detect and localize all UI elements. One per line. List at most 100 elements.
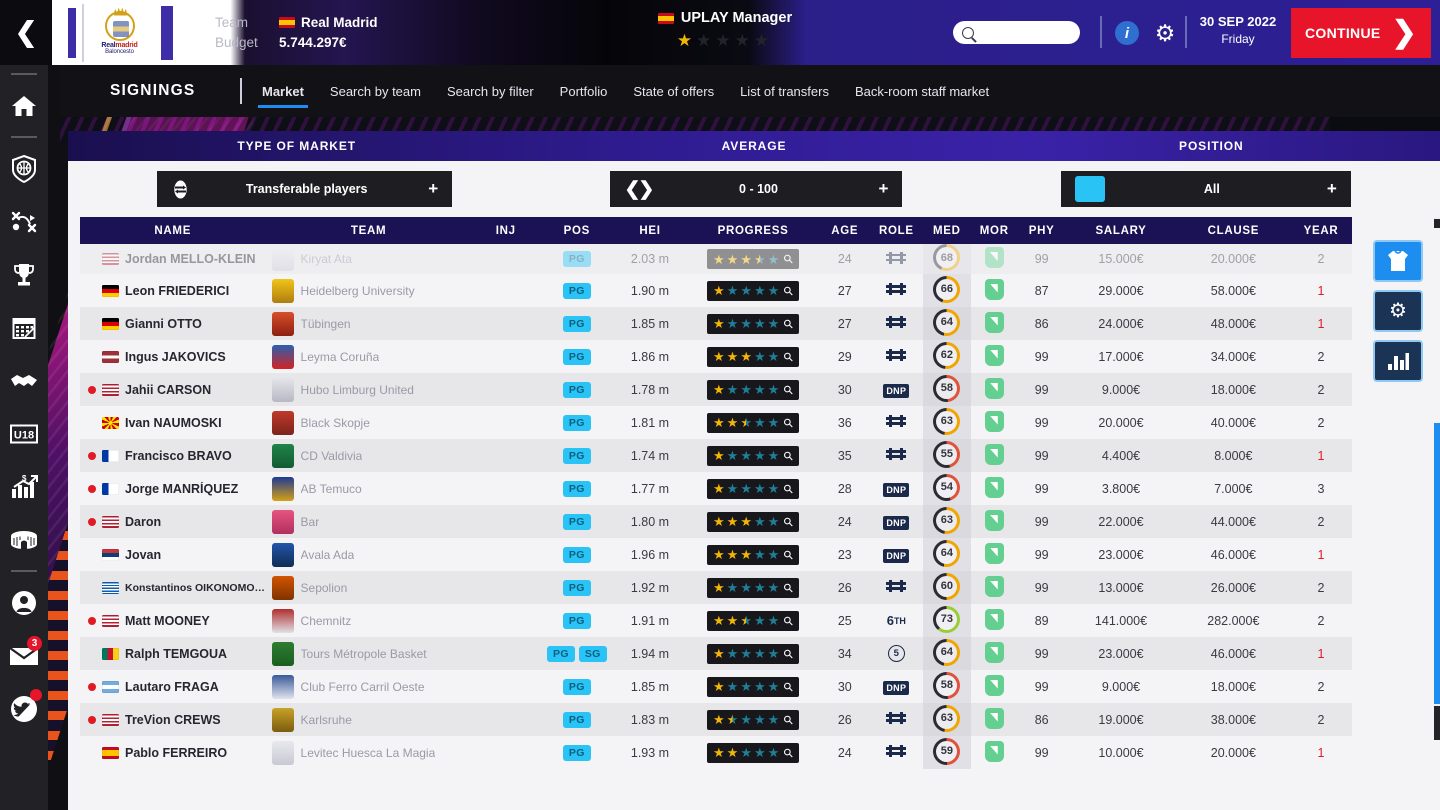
col-hei[interactable]: HEI xyxy=(613,217,687,244)
cell-progress[interactable]: ★ ★ ★ ★ ★ ⚲ xyxy=(686,637,820,670)
progress-stars[interactable]: ★ ★ ★ ★ ★ ⚲ xyxy=(707,346,800,367)
progress-stars[interactable]: ★ ★ ★ ★ ★ ⚲ xyxy=(707,676,800,697)
magnifier-icon[interactable]: ⚲ xyxy=(781,480,797,496)
cell-progress[interactable]: ★ ★ ★ ★ ★ ⚲ xyxy=(686,670,820,703)
magnifier-icon[interactable]: ⚲ xyxy=(781,579,797,595)
cell-progress[interactable]: ★ ★ ★ ★ ★ ⚲ xyxy=(686,703,820,736)
cell-team[interactable]: Levitec Huesca La Magia xyxy=(266,736,472,769)
tab-state-of-offers[interactable]: State of offers xyxy=(633,65,714,117)
table-row[interactable]: Ingus JAKOVICS Leyma Coruña PG 1.86 m ★ ★ ★ ★ ★ ⚲… xyxy=(80,340,1352,373)
cell-name[interactable]: Ivan NAUMOSKI xyxy=(80,406,266,439)
cell-team[interactable]: Tübingen xyxy=(266,307,472,340)
magnifier-icon[interactable]: ⚲ xyxy=(781,546,797,562)
cell-team[interactable]: Karlsruhe xyxy=(266,703,472,736)
progress-stars[interactable]: ★ ★ ★ ★ ★ ⚲ xyxy=(707,379,800,400)
cell-name[interactable]: Ralph TEMGOUA xyxy=(80,637,266,670)
table-scrollbar-thumb[interactable] xyxy=(1434,409,1440,704)
table-row[interactable]: Leon FRIEDERICI Heidelberg University PG 1.… xyxy=(80,274,1352,307)
table-row[interactable]: Daron Bar PG 1.80 m ★ ★ ★ ★ ★ ⚲ 24 DNP 63 99 22.000€ 44… xyxy=(80,505,1352,538)
cell-team[interactable]: Leyma Coruña xyxy=(266,340,472,373)
sidebar-item-profile[interactable] xyxy=(0,576,48,629)
cell-progress[interactable]: ★ ★ ★ ★ ★ ⚲ xyxy=(686,571,820,604)
tab-list-of-transfers[interactable]: List of transfers xyxy=(740,65,829,117)
cell-team[interactable]: Black Skopje xyxy=(266,406,472,439)
cell-team[interactable]: AB Temuco xyxy=(266,472,472,505)
tab-back-room-staff-market[interactable]: Back-room staff market xyxy=(855,65,989,117)
sidebar-item-calendar[interactable] xyxy=(0,301,48,354)
tab-search-by-team[interactable]: Search by team xyxy=(330,65,421,117)
cell-progress[interactable]: ★ ★ ★ ★ ★ ⚲ xyxy=(686,307,820,340)
cell-team[interactable]: Chemnitz xyxy=(266,604,472,637)
progress-stars[interactable]: ★ ★ ★ ★ ★ ⚲ xyxy=(707,412,800,433)
magnifier-icon[interactable]: ⚲ xyxy=(781,612,797,628)
table-row[interactable]: Konstantinos OIKONOMOPOULOS Sepolion PG 1.9… xyxy=(80,571,1352,604)
progress-stars[interactable]: ★ ★ ★ ★ ★ ⚲ xyxy=(707,544,800,565)
squad-jersey-button[interactable] xyxy=(1373,240,1423,282)
table-row[interactable]: Ralph TEMGOUA Tours Métropole Basket PG SG 1… xyxy=(80,637,1352,670)
cell-progress[interactable]: ★ ★ ★ ★ ★ ⚲ xyxy=(686,472,820,505)
cell-team[interactable]: Club Ferro Carril Oeste xyxy=(266,670,472,703)
progress-stars[interactable]: ★ ★ ★ ★ ★ ⚲ xyxy=(707,709,800,730)
statistics-button[interactable] xyxy=(1373,340,1423,382)
col-pos[interactable]: POS xyxy=(539,217,614,244)
magnifier-icon[interactable]: ⚲ xyxy=(781,348,797,364)
position-filter[interactable]: All + xyxy=(1060,171,1351,207)
col-year[interactable]: YEAR xyxy=(1290,217,1352,244)
cell-name[interactable]: Ingus JAKOVICS xyxy=(80,340,266,373)
col-age[interactable]: AGE xyxy=(820,217,870,244)
table-row[interactable]: Francisco BRAVO CD Valdivia PG 1.74 m ★ ★ ★ ★ ★ ⚲… xyxy=(80,439,1352,472)
progress-stars[interactable]: ★ ★ ★ ★ ★ ⚲ xyxy=(707,445,800,466)
magnifier-icon[interactable]: ⚲ xyxy=(781,513,797,529)
cell-team[interactable]: CD Valdivia xyxy=(266,439,472,472)
magnifier-icon[interactable]: ⚲ xyxy=(781,645,797,661)
market-type-filter[interactable]: Transferable players + xyxy=(157,171,453,207)
continue-button[interactable]: CONTINUE ❯ xyxy=(1291,8,1431,58)
table-row[interactable]: TreVion CREWS Karlsruhe PG 1.83 m ★ ★ ★ ★ ★ ⚲ 26 63… xyxy=(80,703,1352,736)
cell-name[interactable]: Pablo FERREIRO xyxy=(80,736,266,769)
cell-progress[interactable]: ★ ★ ★ ★ ★ ⚲ xyxy=(686,538,820,571)
sidebar-item-home[interactable] xyxy=(0,79,48,132)
cell-name[interactable]: Matt MOONEY xyxy=(80,604,266,637)
cell-name[interactable]: Jovan xyxy=(80,538,266,571)
sidebar-item-competitions[interactable] xyxy=(0,248,48,301)
cell-team[interactable]: Hubo Limburg United xyxy=(266,373,472,406)
position-expand-icon[interactable]: + xyxy=(1327,179,1337,199)
cell-progress[interactable]: ★ ★ ★ ★ ★ ⚲ xyxy=(686,439,820,472)
tab-search-by-filter[interactable]: Search by filter xyxy=(447,65,534,117)
cell-progress[interactable]: ★ ★ ★ ★ ★ ⚲ xyxy=(686,340,820,373)
search-box[interactable] xyxy=(953,21,1134,44)
table-row[interactable]: Jahii CARSON Hubo Limburg United PG 1.78 m ★… xyxy=(80,373,1352,406)
cell-name[interactable]: Lautaro FRAGA xyxy=(80,670,266,703)
table-row[interactable]: Ivan NAUMOSKI Black Skopje PG 1.81 m ★ ★ ★ ★ ★ ⚲ 3… xyxy=(80,406,1352,439)
magnifier-icon[interactable]: ⚲ xyxy=(781,381,797,397)
magnifier-icon[interactable]: ⚲ xyxy=(781,711,797,727)
col-mor[interactable]: MOR xyxy=(970,217,1018,244)
col-med[interactable]: MED xyxy=(923,217,971,244)
cell-team[interactable]: Tours Métropole Basket xyxy=(266,637,472,670)
settings-button[interactable]: ⚙ xyxy=(1373,290,1423,332)
tab-portfolio[interactable]: Portfolio xyxy=(560,65,608,117)
col-progress[interactable]: PROGRESS xyxy=(686,217,821,244)
table-row[interactable]: Jorge MANRÍQUEZ AB Temuco PG 1.77 m ★ ★ ★ ★ ★ ⚲ 28… xyxy=(80,472,1352,505)
cell-team[interactable]: Kiryat Ata xyxy=(266,244,472,274)
table-scrollbar-lower[interactable] xyxy=(1434,706,1440,740)
progress-stars[interactable]: ★ ★ ★ ★ ★ ⚲ xyxy=(707,313,800,334)
back-button[interactable]: ❮ xyxy=(0,0,52,65)
col-phy[interactable]: PHY xyxy=(1017,217,1066,244)
table-row[interactable]: Matt MOONEY Chemnitz PG 1.91 m ★ ★ ★ ★ ★ ⚲ 25 6 TH 73… xyxy=(80,604,1352,637)
progress-stars[interactable]: ★ ★ ★ ★ ★ ⚲ xyxy=(707,280,800,301)
cell-team[interactable]: Avala Ada xyxy=(266,538,472,571)
cell-name[interactable]: Jordan MELLO-KLEIN xyxy=(80,244,266,274)
table-row[interactable]: Pablo FERREIRO Levitec Huesca La Magia PG 1… xyxy=(80,736,1352,769)
sidebar-item-social[interactable] xyxy=(0,682,48,735)
table-row[interactable]: Jovan Avala Ada PG 1.96 m ★ ★ ★ ★ ★ ⚲ 23 DNP 64 99 23.… xyxy=(80,538,1352,571)
magnifier-icon[interactable]: ⚲ xyxy=(781,282,797,298)
settings-gear-icon[interactable]: ⚙ xyxy=(1152,20,1178,46)
cell-progress[interactable]: ★ ★ ★ ★ ★ ⚲ xyxy=(686,274,820,307)
progress-stars[interactable]: ★ ★ ★ ★ ★ ⚲ xyxy=(707,610,800,631)
cell-name[interactable]: Gianni OTTO xyxy=(80,307,266,340)
cell-progress[interactable]: ★ ★ ★ ★ ★ ⚲ xyxy=(686,736,820,769)
table-row[interactable]: Jordan MELLO-KLEIN Kiryat Ata PG 2.03 m ★ ★ ★ ★… xyxy=(80,244,1352,274)
sidebar-item-tactics[interactable] xyxy=(0,195,48,248)
cell-name[interactable]: Francisco BRAVO xyxy=(80,439,266,472)
